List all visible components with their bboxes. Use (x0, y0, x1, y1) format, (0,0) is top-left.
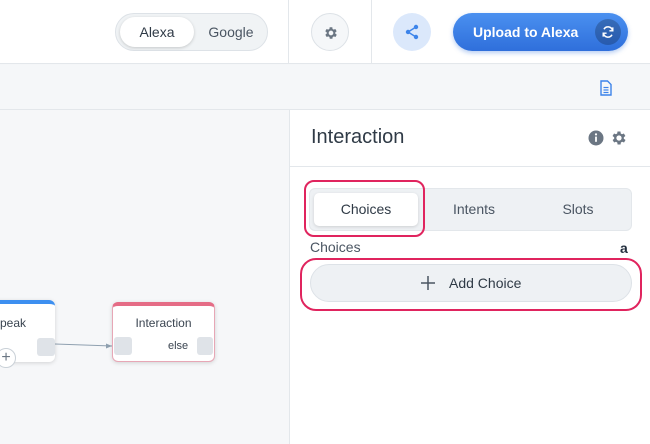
share-icon (405, 24, 419, 40)
sync-button[interactable] (595, 19, 621, 45)
divider (371, 0, 372, 64)
upload-button-label: Upload to Alexa (473, 24, 579, 40)
sync-icon (602, 26, 614, 38)
gear-icon (325, 27, 337, 39)
panel-title: Interaction (311, 126, 405, 148)
platform-option-google[interactable]: Google (196, 17, 266, 47)
info-icon[interactable] (588, 130, 604, 146)
choices-section-label: Choices (310, 239, 361, 255)
sub-toolbar (0, 65, 650, 110)
amazon-icon: a (620, 240, 628, 256)
output-port[interactable] (37, 338, 55, 356)
tab-intents[interactable]: Intents (422, 189, 526, 230)
else-port[interactable] (197, 337, 213, 355)
gear-icon[interactable] (610, 129, 628, 147)
add-choice-highlight-annotation (300, 258, 642, 311)
platform-option-alexa[interactable]: Alexa (120, 17, 194, 47)
app-root: Alexa Google Upload to Alexa peak + Inte… (0, 0, 650, 444)
editor-panel: Interaction Choices Intents Slots Choice… (289, 110, 650, 444)
tab-slots[interactable]: Slots (526, 189, 630, 230)
share-button[interactable] (393, 13, 431, 51)
tab-highlight-annotation (304, 180, 425, 237)
interaction-node-title: Interaction (135, 316, 192, 330)
else-label: else (168, 340, 189, 352)
upload-to-alexa-button[interactable]: Upload to Alexa (453, 13, 628, 51)
flow-canvas[interactable]: peak + Interaction else (0, 110, 289, 444)
settings-button[interactable] (311, 13, 349, 51)
speak-node-label: peak (0, 316, 27, 330)
input-port[interactable] (114, 337, 132, 355)
document-icon[interactable] (599, 80, 613, 96)
top-bar: Alexa Google Upload to Alexa (0, 0, 650, 64)
panel-header: Interaction (290, 110, 650, 167)
divider (288, 0, 289, 64)
platform-toggle[interactable]: Alexa Google (115, 13, 268, 51)
connector-line (54, 343, 113, 349)
interaction-node[interactable]: Interaction else (112, 302, 215, 362)
